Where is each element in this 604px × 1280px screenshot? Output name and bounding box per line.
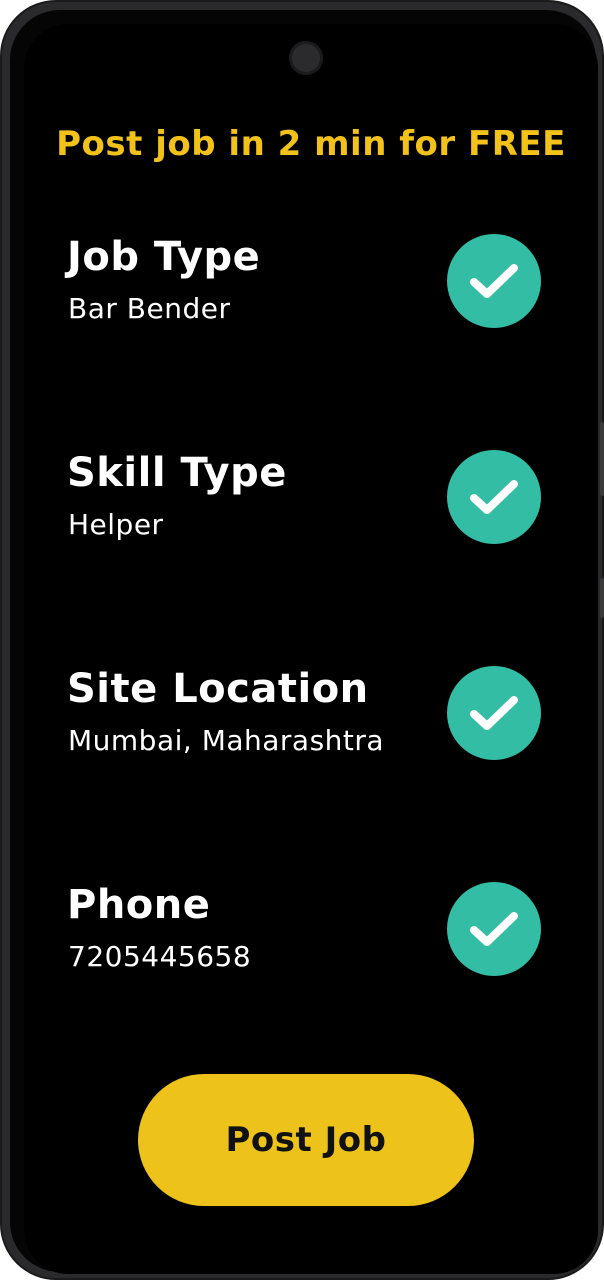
field-value: Helper (68, 508, 164, 541)
field-site-location[interactable]: Site Location Mumbai, Maharashtra (67, 666, 567, 766)
field-label: Job Type (67, 234, 261, 280)
app-screen: Post job in 2 min for FREE Job Type Bar … (24, 24, 598, 1274)
field-value: 7205445658 (68, 940, 252, 973)
field-label: Phone (67, 882, 211, 928)
post-job-button[interactable]: Post Job (138, 1074, 474, 1206)
field-job-type[interactable]: Job Type Bar Bender (67, 234, 567, 334)
field-phone[interactable]: Phone 7205445658 (67, 882, 567, 982)
phone-bezel: Post job in 2 min for FREE Job Type Bar … (10, 10, 598, 1274)
field-label: Skill Type (67, 450, 287, 496)
field-skill-type[interactable]: Skill Type Helper (67, 450, 567, 550)
power-button (600, 578, 604, 618)
field-value: Mumbai, Maharashtra (68, 724, 385, 757)
check-icon (447, 234, 541, 328)
volume-button (600, 422, 604, 496)
check-icon (447, 882, 541, 976)
check-icon (447, 450, 541, 544)
front-camera (289, 41, 323, 75)
check-icon (447, 666, 541, 760)
field-label: Site Location (67, 666, 369, 712)
page-headline: Post job in 2 min for FREE (56, 124, 566, 164)
phone-frame: Post job in 2 min for FREE Job Type Bar … (0, 0, 604, 1280)
field-value: Bar Bender (68, 292, 231, 325)
